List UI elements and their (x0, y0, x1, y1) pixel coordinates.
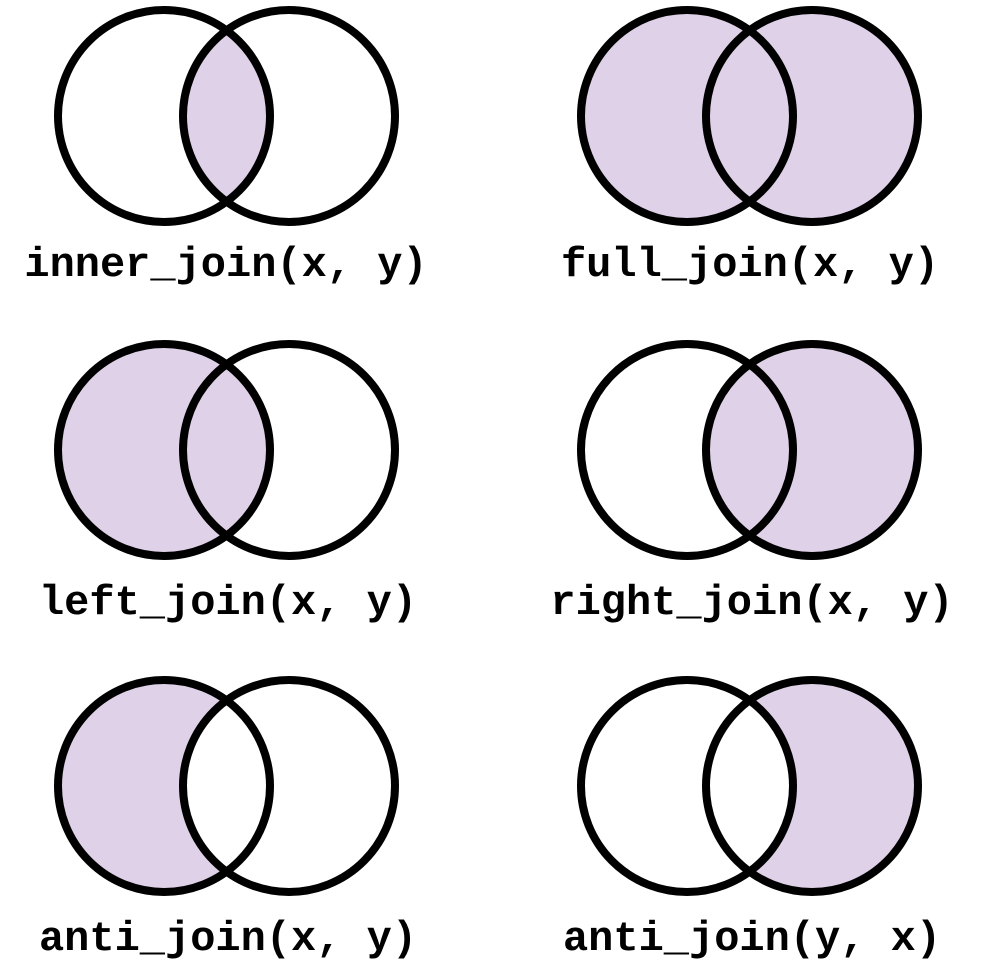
venn-label: inner_join(x, y) (24, 241, 427, 289)
venn-panel-anti-join-xy: anti_join(x, y) (39, 676, 417, 963)
venn-fill-region (58, 680, 395, 892)
venn-label: full_join(x, y) (561, 241, 939, 289)
venn-label: anti_join(y, x) (563, 915, 941, 963)
venn-panel-inner-join: inner_join(x, y) (24, 6, 428, 289)
venn-panel-full-join: full_join(x, y) (561, 6, 939, 289)
venn-panel-anti-join-yx: anti_join(y, x) (563, 676, 941, 963)
venn-label: left_join(x, y) (39, 579, 417, 627)
venn-panel-right-join: right_join(x, y) (550, 340, 954, 627)
join-venn-diagrams: inner_join(x, y) full_join(x, y) left_jo… (24, 6, 954, 963)
venn-fill-region (581, 680, 918, 892)
venn-fill-region (581, 10, 918, 222)
venn-label: right_join(x, y) (550, 579, 953, 627)
venn-panel-left-join: left_join(x, y) (39, 340, 417, 627)
venn-label: anti_join(x, y) (39, 915, 417, 963)
